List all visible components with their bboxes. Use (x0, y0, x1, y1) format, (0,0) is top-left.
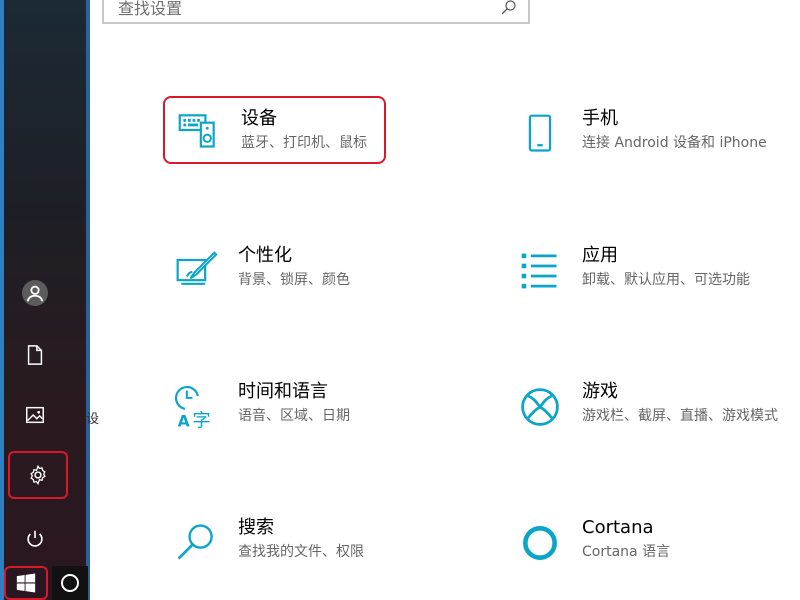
settings-button[interactable] (8, 451, 68, 499)
phone-icon (516, 110, 564, 158)
category-title: 设备 (241, 108, 277, 129)
rail-edge-right (86, 0, 90, 600)
user-button[interactable] (6, 268, 64, 318)
category-desc: 背景、锁屏、颜色 (238, 272, 350, 288)
category-title: 个性化 (238, 245, 292, 266)
category-title: 搜索 (238, 517, 274, 538)
category-desc: 游戏栏、截屏、直播、游戏模式 (582, 408, 778, 424)
user-icon (22, 280, 48, 306)
picture-icon (26, 406, 44, 424)
power-icon (27, 530, 43, 547)
start-menu-rail (0, 0, 90, 600)
paint-brush-icon (172, 247, 220, 295)
category-title: 游戏 (582, 381, 618, 402)
rail-edge (0, 0, 4, 600)
category-devices[interactable]: 设备 蓝牙、打印机、鼠标 (163, 96, 386, 164)
category-title: 应用 (582, 245, 618, 266)
svg-text:字: 字 (192, 410, 210, 429)
category-search[interactable]: 搜索 查找我的文件、权限 (172, 515, 364, 567)
category-title: 时间和语言 (238, 381, 328, 402)
category-phone[interactable]: 手机 连接 Android 设备和 iPhone (516, 106, 767, 158)
category-desc: 蓝牙、打印机、鼠标 (241, 135, 367, 151)
search-icon (172, 519, 220, 567)
category-title: Cortana (582, 517, 654, 538)
cortana-ring-icon (61, 574, 79, 592)
documents-button[interactable] (6, 330, 64, 380)
corner-fade-overlay (672, 512, 800, 600)
search-placeholder: 查找设置 (118, 0, 183, 18)
search-icon (501, 0, 516, 15)
stray-text: 设 (86, 412, 100, 427)
category-apps[interactable]: 应用 卸载、默认应用、可选功能 (516, 243, 750, 295)
category-desc: 语音、区域、日期 (238, 408, 350, 424)
category-gaming[interactable]: 游戏 游戏栏、截屏、直播、游戏模式 (516, 379, 778, 431)
cortana-taskbar-button[interactable] (52, 566, 88, 600)
category-cortana[interactable]: Cortana Cortana 语言 (516, 515, 670, 567)
keyboard-speaker-icon (175, 106, 223, 154)
settings-search-box[interactable]: 查找设置 (102, 0, 530, 24)
category-title: 手机 (582, 108, 618, 129)
clock-language-icon: A字 (172, 383, 220, 431)
category-desc: 连接 Android 设备和 iPhone (582, 135, 767, 151)
svg-text:A: A (178, 412, 190, 429)
pictures-button[interactable] (6, 390, 64, 440)
windows-logo-icon (16, 573, 36, 593)
cortana-icon (516, 519, 564, 567)
power-button[interactable] (6, 514, 64, 564)
category-personalization[interactable]: 个性化 背景、锁屏、颜色 (172, 243, 350, 295)
gear-icon (30, 464, 46, 486)
start-button[interactable] (4, 566, 48, 600)
list-icon (516, 247, 564, 295)
category-time-language[interactable]: A字 时间和语言 语音、区域、日期 (172, 379, 350, 431)
category-desc: Cortana 语言 (582, 544, 671, 560)
category-desc: 卸载、默认应用、可选功能 (582, 272, 750, 288)
category-desc: 查找我的文件、权限 (238, 544, 364, 560)
document-icon (27, 345, 43, 365)
xbox-icon (516, 383, 564, 431)
